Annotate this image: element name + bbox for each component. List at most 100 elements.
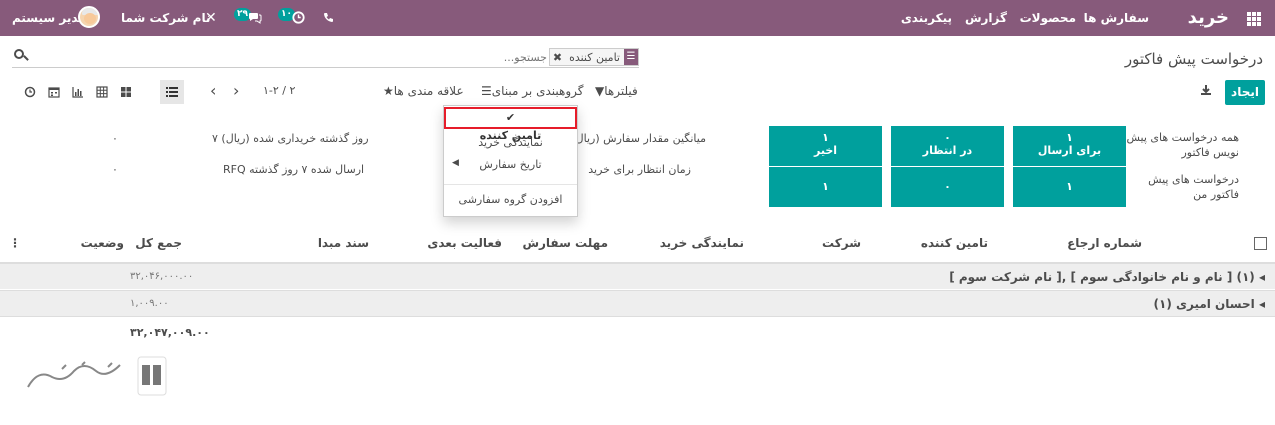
groupby-list-icon: ☰ — [624, 49, 638, 65]
kpi-avg-order-label: میانگین مقدار سفارش (ریال) — [571, 132, 706, 145]
search-input[interactable] — [347, 48, 547, 66]
group-name: احسان امیری (۱) — [1153, 297, 1255, 311]
kpi-lead-time-value: ۰ — [112, 163, 118, 176]
groupby-dropdown: ✔ تامین کننده نمایندگی خرید تاریخ سفارش … — [443, 105, 578, 217]
caret-left-icon: ◀ — [452, 158, 459, 168]
apps-grid-icon[interactable] — [1247, 0, 1261, 36]
tile-count: ۰ — [944, 131, 951, 144]
filter-icon: ▼ — [595, 84, 605, 98]
group-total: ۳۲,۰۴۶,۰۰۰.۰۰ — [130, 271, 194, 282]
tile-count: ۱ — [1066, 180, 1073, 193]
select-all-checkbox[interactable] — [1254, 237, 1267, 250]
search-bar: ✖ تامین کننده ☰ — [12, 46, 639, 68]
company-switcher[interactable]: نام شرکت شما — [121, 0, 210, 36]
favorites-label: علاقه مندی ها — [393, 84, 464, 98]
kpi-avg-order-value: ۰ — [112, 132, 118, 145]
kpi-avg-order-period: ۷ روز گذشته خریداری شده (ریال) — [212, 132, 369, 145]
caret-left-icon: ◂ — [1258, 270, 1265, 284]
check-icon: ✔ — [505, 111, 516, 124]
user-name[interactable]: مدیر سیستم — [12, 0, 86, 36]
search-icon[interactable] — [14, 49, 24, 59]
other-views — [18, 80, 138, 104]
dashboard-row-label-mine: درخواست های پیش فاکتور من — [1148, 173, 1239, 201]
kanban-view-icon[interactable] — [114, 80, 138, 104]
tile-my-late[interactable]: ۱ — [769, 167, 882, 207]
groupby-button[interactable]: ☰گروهبندی بر مبنای — [481, 84, 583, 98]
activity-menu[interactable]: ۱۰ — [278, 0, 308, 36]
top-navbar: خرید سفارش ها محصولات گزارش پیکربندی مدی… — [0, 0, 1275, 36]
tile-count: ۱ — [822, 180, 829, 193]
column-next-activity[interactable]: فعالیت بعدی — [427, 236, 502, 250]
breadcrumb: درخواست پیش فاکتور — [1124, 50, 1263, 68]
view-switcher — [160, 80, 184, 104]
divider — [444, 184, 577, 185]
tile-label: اخیر — [813, 144, 838, 157]
tile-count: ۱ — [1066, 131, 1073, 144]
filters-button[interactable]: ▼فیلترها — [595, 84, 638, 98]
pager-value[interactable]: ۱-۲ / ۲ — [263, 84, 295, 97]
tile-late[interactable]: ۱ اخیر — [769, 126, 882, 166]
optional-columns-icon[interactable]: ⋮ — [9, 236, 21, 250]
menu-products[interactable]: محصولات — [1020, 0, 1076, 36]
pager-next-icon[interactable]: › — [233, 83, 239, 99]
tools-icon[interactable]: ✕ — [205, 0, 217, 36]
menu-orders[interactable]: سفارش ها — [1084, 0, 1149, 36]
tile-to-send[interactable]: ۱ برای ارسال — [1013, 126, 1126, 166]
kpi-lead-time-label: زمان انتظار برای خرید — [588, 163, 691, 176]
download-icon[interactable] — [1200, 84, 1212, 100]
menu-reporting[interactable]: گزارش — [965, 0, 1007, 36]
create-button[interactable]: ایجاد — [1225, 80, 1265, 105]
group-name: [ نام شرکت سوم ], [ نام و نام خانوادگی س… — [949, 270, 1255, 284]
tile-label: برای ارسال — [1037, 144, 1102, 157]
avatar[interactable] — [78, 6, 100, 28]
favorites-button[interactable]: ★علاقه مندی ها — [383, 84, 464, 98]
kpi-lead-time-period: RFQ ارسال شده ۷ روز گذشته — [223, 163, 365, 176]
star-icon: ★ — [383, 84, 394, 98]
column-order-deadline[interactable]: مهلت سفارش — [522, 236, 608, 250]
add-custom-group-button[interactable]: افزودن گروه سفارشی — [444, 193, 577, 206]
column-reference[interactable]: شماره ارجاع — [1067, 236, 1142, 250]
group-label: احسان امیری (۱) ◂ — [1154, 297, 1266, 311]
column-vendor[interactable]: تامین کننده — [921, 236, 988, 250]
grand-total: ۳۲,۰۴۷,۰۰۹.۰۰ — [130, 326, 210, 339]
app-brand[interactable]: خرید — [1188, 0, 1229, 36]
divider — [0, 316, 1275, 317]
pager-previous-icon[interactable]: ‹ — [210, 83, 216, 99]
tile-count: ۰ — [944, 180, 951, 193]
clock-icon — [292, 11, 305, 24]
groupby-option-vendor[interactable]: ✔ تامین کننده — [444, 107, 577, 142]
list-view-icon[interactable] — [160, 80, 184, 104]
pivot-view-icon[interactable] — [90, 80, 114, 104]
groupby-icon: ☰ — [481, 84, 492, 98]
column-purchase-rep[interactable]: نمایندگی خرید — [660, 236, 744, 250]
groupby-label: گروهبندی بر مبنای — [491, 84, 584, 98]
dashboard-row-label-all: همه درخواست های پیش نویس فاکتور — [1126, 131, 1239, 159]
facet-value: تامین کننده — [569, 50, 620, 64]
group-row[interactable]: احسان امیری (۱) ◂ ۱,۰۰۹.۰۰ — [0, 290, 1275, 316]
column-status[interactable]: وضعیت — [81, 236, 124, 250]
tile-count: ۱ — [822, 131, 829, 144]
activity-view-icon[interactable] — [18, 80, 42, 104]
column-company[interactable]: شرکت — [822, 236, 861, 250]
chat-icon — [249, 13, 262, 24]
caret-left-icon: ◂ — [1258, 297, 1265, 311]
watermark-logo — [22, 353, 172, 403]
tile-my-waiting[interactable]: ۰ — [891, 167, 1004, 207]
column-total[interactable]: جمع کل — [135, 236, 182, 250]
column-source-document[interactable]: سند مبدا — [318, 236, 369, 250]
graph-view-icon[interactable] — [66, 80, 90, 104]
groupby-option-order-date[interactable]: تاریخ سفارش ◀ — [444, 158, 577, 171]
tile-my-to-send[interactable]: ۱ — [1013, 167, 1126, 207]
facet-remove-icon[interactable]: ✖ — [550, 51, 565, 64]
filters-label: فیلترها — [604, 84, 638, 98]
search-facet: ✖ تامین کننده ☰ — [548, 48, 639, 66]
phone-icon[interactable] — [323, 0, 334, 36]
tile-label: در انتظار — [922, 144, 973, 157]
groupby-option-purchase-rep[interactable]: نمایندگی خرید — [444, 136, 577, 149]
messages-menu[interactable]: ۲۹ — [234, 0, 264, 36]
calendar-view-icon[interactable] — [42, 80, 66, 104]
group-row[interactable]: [ نام شرکت سوم ], [ نام و نام خانوادگی س… — [0, 263, 1275, 289]
menu-configuration[interactable]: پیکربندی — [901, 0, 952, 36]
group-label: [ نام شرکت سوم ], [ نام و نام خانوادگی س… — [949, 270, 1265, 284]
tile-waiting[interactable]: ۰ در انتظار — [891, 126, 1004, 166]
